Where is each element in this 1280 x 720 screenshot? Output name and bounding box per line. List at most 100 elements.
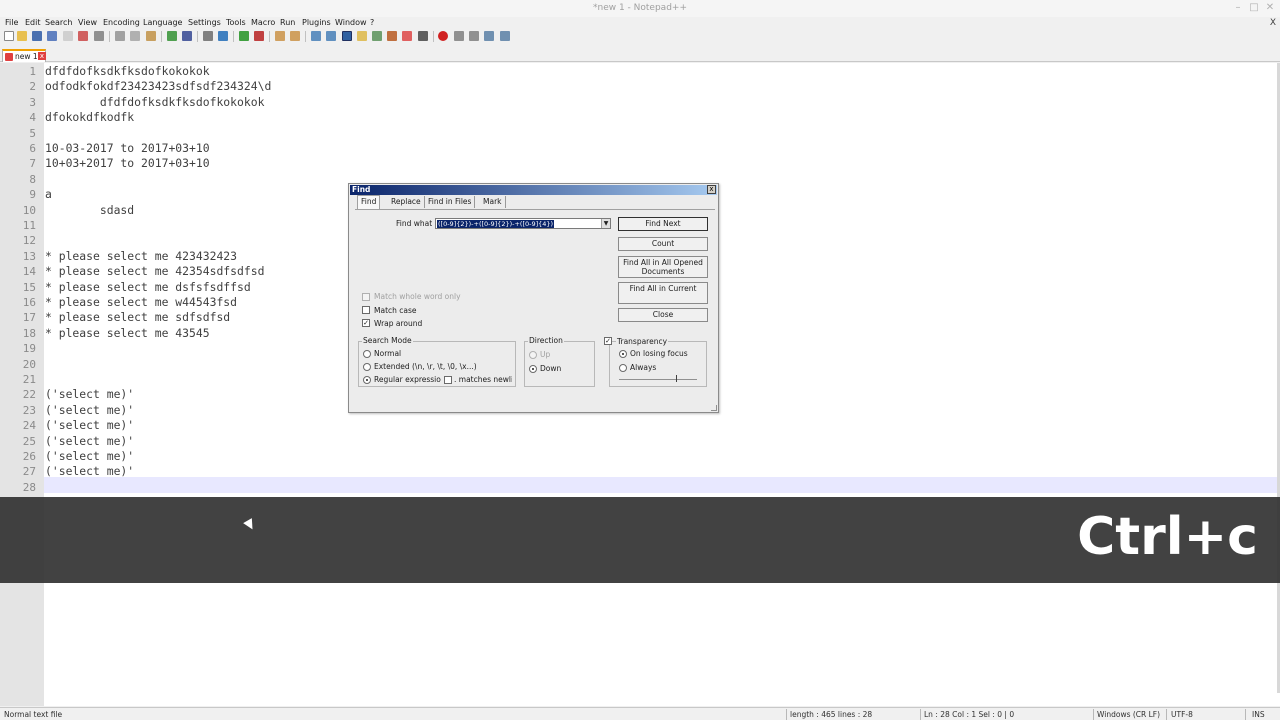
match-case-checkbox[interactable] <box>362 306 370 314</box>
slider-thumb[interactable] <box>675 375 677 382</box>
close-file-icon[interactable] <box>63 31 73 41</box>
match-whole-word-checkbox[interactable] <box>362 293 370 301</box>
code-line[interactable]: odfodkfokdf23423423sdfsdf234324\d <box>45 79 271 94</box>
menu-encoding[interactable]: Encoding <box>103 17 140 29</box>
code-line[interactable]: * please select me sdfsdfsd <box>45 310 230 325</box>
new-file-icon[interactable] <box>4 31 14 41</box>
sync-vertical-icon[interactable] <box>275 31 285 41</box>
doc-list-icon[interactable] <box>402 31 412 41</box>
on-losing-focus-radio[interactable] <box>619 350 627 358</box>
tab-replace[interactable]: Replace <box>388 196 425 208</box>
code-line[interactable]: * please select me 423432423 <box>45 249 237 264</box>
function-list-icon[interactable] <box>372 31 382 41</box>
word-wrap-icon[interactable] <box>311 31 321 41</box>
resize-grip-icon[interactable] <box>711 405 717 411</box>
close-button[interactable]: Close <box>618 308 708 322</box>
code-line[interactable]: * please select me 43545 <box>45 326 210 341</box>
matches-newline-checkbox[interactable] <box>444 376 452 384</box>
close-window-button[interactable]: ✕ <box>1263 2 1277 14</box>
code-line[interactable]: dfokokdfkodfk <box>45 110 134 125</box>
toolbar-separator <box>233 31 234 42</box>
redo-icon[interactable] <box>182 31 192 41</box>
code-line[interactable]: * please select me w44543fsd <box>45 295 237 310</box>
folder-workspace-icon[interactable] <box>387 31 397 41</box>
menu-help[interactable]: ? <box>370 17 374 29</box>
minimize-button[interactable]: – <box>1231 2 1245 14</box>
play-macro-icon[interactable] <box>469 31 479 41</box>
menu-file[interactable]: File <box>5 17 18 29</box>
find-what-input[interactable]: ([0-9]{2})-+([0-9]{2})-+([0-9]{4}) ▼ <box>435 218 611 229</box>
regex-radio[interactable] <box>363 376 371 384</box>
code-line[interactable]: 10-03-2017 to 2017+03+10 <box>45 141 210 156</box>
undo-icon[interactable] <box>167 31 177 41</box>
indent-guide-icon[interactable] <box>342 31 352 41</box>
menu-window[interactable]: Window <box>335 17 367 29</box>
code-line[interactable]: sdasd <box>45 203 134 218</box>
doc-map-icon[interactable] <box>357 31 367 41</box>
code-line[interactable]: ('select me)' <box>45 434 134 449</box>
dialog-close-icon[interactable]: x <box>707 185 716 194</box>
code-line[interactable]: ('select me)' <box>45 449 134 464</box>
code-line[interactable]: dfdfdofksdkfksdofkokokok <box>45 95 265 110</box>
transparency-slider[interactable] <box>619 375 697 382</box>
zoom-out-icon[interactable] <box>254 31 264 41</box>
count-button[interactable]: Count <box>618 237 708 251</box>
code-line[interactable]: dfdfdofksdkfksdofkokokok <box>45 64 210 79</box>
menu-language[interactable]: Language <box>143 17 182 29</box>
code-line[interactable]: ('select me)' <box>45 464 134 479</box>
tab-mark[interactable]: Mark <box>480 196 506 208</box>
open-file-icon[interactable] <box>17 31 27 41</box>
tab-find[interactable]: Find <box>357 195 381 209</box>
paste-icon[interactable] <box>146 31 156 41</box>
save-icon[interactable] <box>32 31 42 41</box>
up-radio[interactable] <box>529 351 537 359</box>
code-line[interactable]: * please select me 42354sdfsdfsd <box>45 264 264 279</box>
wrap-around-checkbox[interactable]: ✓ <box>362 319 370 327</box>
menu-plugins[interactable]: Plugins <box>302 17 331 29</box>
save-all-icon[interactable] <box>47 31 57 41</box>
line-number: 19 <box>22 342 36 356</box>
run-macro-multiple-icon[interactable] <box>484 31 494 41</box>
toolbar <box>0 29 1280 45</box>
tab-new-1[interactable]: new 1 x <box>2 49 46 62</box>
transparency-checkbox[interactable]: ✓ <box>604 337 612 345</box>
chevron-down-icon[interactable]: ▼ <box>601 219 610 228</box>
maximize-button[interactable]: □ <box>1247 2 1261 14</box>
record-macro-icon[interactable] <box>438 31 448 41</box>
replace-icon[interactable] <box>218 31 228 41</box>
save-macro-icon[interactable] <box>500 31 510 41</box>
code-line[interactable]: ('select me)' <box>45 403 134 418</box>
menu-view[interactable]: View <box>78 17 97 29</box>
show-all-chars-icon[interactable] <box>326 31 336 41</box>
print-icon[interactable] <box>94 31 104 41</box>
tab-close-icon[interactable]: x <box>38 52 46 60</box>
find-all-current-button[interactable]: Find All in Current <box>618 282 708 304</box>
close-document-x[interactable]: X <box>1270 17 1276 29</box>
find-next-button[interactable]: Find Next <box>618 217 708 231</box>
always-radio[interactable] <box>619 364 627 372</box>
stop-macro-icon[interactable] <box>454 31 464 41</box>
find-icon[interactable] <box>203 31 213 41</box>
menu-run[interactable]: Run <box>280 17 295 29</box>
menu-tools[interactable]: Tools <box>226 17 246 29</box>
code-line[interactable]: 10+03+2017 to 2017+03+10 <box>45 156 210 171</box>
cut-icon[interactable] <box>115 31 125 41</box>
menu-edit[interactable]: Edit <box>25 17 41 29</box>
sync-horizontal-icon[interactable] <box>290 31 300 41</box>
menu-settings[interactable]: Settings <box>188 17 221 29</box>
extended-radio[interactable] <box>363 363 371 371</box>
find-all-opened-button[interactable]: Find All in All Opened Documents <box>618 256 708 278</box>
code-line[interactable]: * please select me dsfsfsdffsd <box>45 280 251 295</box>
code-line[interactable]: ('select me)' <box>45 387 134 402</box>
down-radio[interactable] <box>529 365 537 373</box>
menu-search[interactable]: Search <box>45 17 72 29</box>
tab-find-in-files[interactable]: Find in Files <box>425 196 476 208</box>
code-line[interactable]: a <box>45 187 52 202</box>
menu-macro[interactable]: Macro <box>251 17 275 29</box>
zoom-in-icon[interactable] <box>239 31 249 41</box>
normal-radio[interactable] <box>363 350 371 358</box>
monitoring-icon[interactable] <box>418 31 428 41</box>
copy-icon[interactable] <box>130 31 140 41</box>
close-all-icon[interactable] <box>78 31 88 41</box>
code-line[interactable]: ('select me)' <box>45 418 134 433</box>
